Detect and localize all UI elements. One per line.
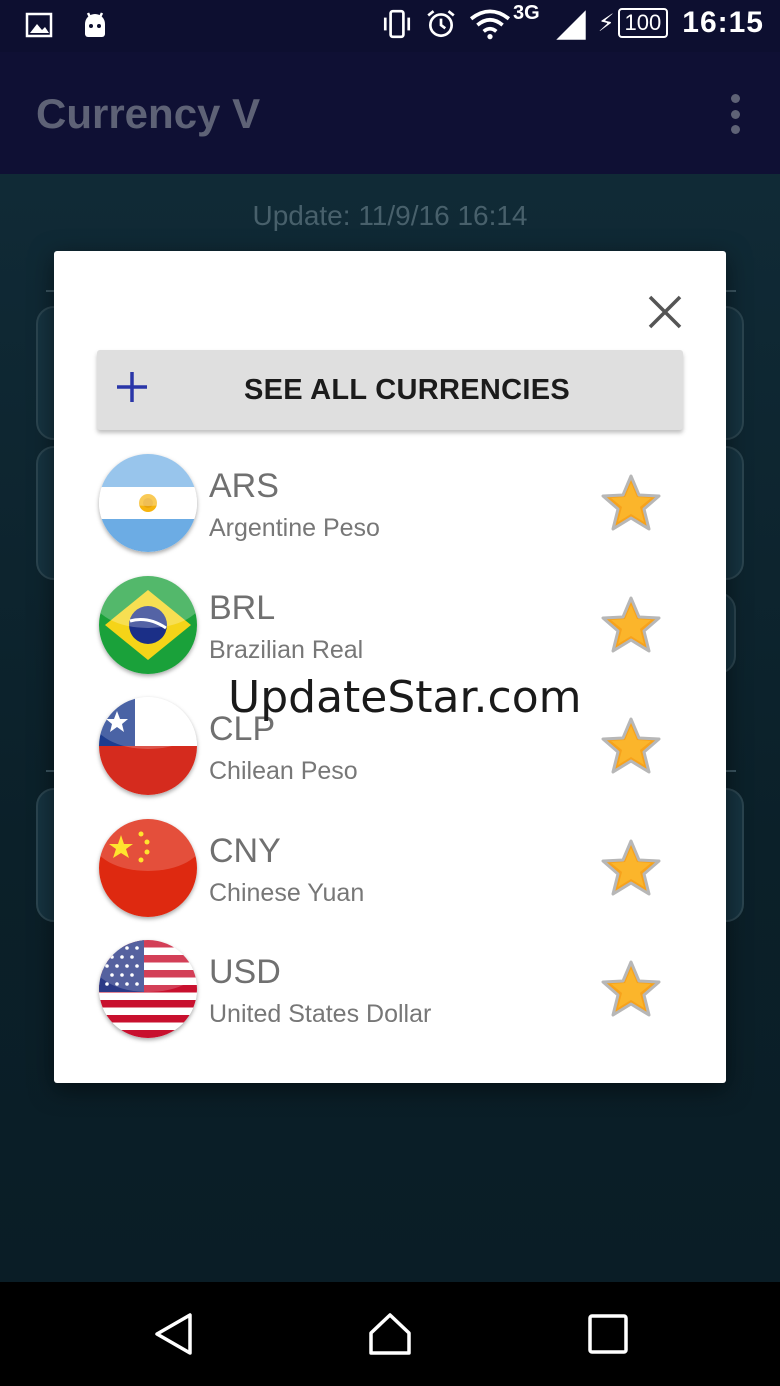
currency-item-cny[interactable]: CNY Chinese Yuan	[54, 816, 726, 938]
currency-name: Argentine Peso	[209, 514, 380, 542]
currency-code: CNY	[209, 831, 281, 870]
currency-code: BRL	[209, 588, 276, 627]
chile-flag-icon	[99, 697, 197, 795]
see-all-currencies-button[interactable]: SEE ALL CURRENCIES	[97, 350, 683, 430]
recents-icon[interactable]	[586, 1312, 630, 1356]
signal-icon	[554, 8, 586, 40]
battery-level: 100	[617, 8, 669, 38]
argentina-flag-icon	[99, 454, 197, 552]
currency-item-ars[interactable]: ARS Argentine Peso	[54, 451, 726, 573]
see-all-label: SEE ALL CURRENCIES	[243, 374, 571, 406]
favorite-star-icon[interactable]	[600, 959, 662, 1021]
status-bar: 3G ⚡ 100 16:15	[0, 0, 780, 52]
image-notification-icon	[24, 10, 54, 40]
favorites-dialog: SEE ALL CURRENCIES ARS Argentine Peso BR…	[54, 251, 726, 1083]
currency-list: ARS Argentine Peso BRL Brazilian Real CL…	[54, 451, 726, 1059]
favorite-star-icon[interactable]	[600, 716, 662, 778]
usa-flag-icon	[99, 940, 197, 1038]
overflow-menu-icon[interactable]	[728, 94, 742, 134]
china-flag-icon	[99, 818, 197, 917]
app-title: Currency V	[36, 90, 261, 137]
wifi-icon	[469, 8, 511, 40]
navigation-bar	[0, 1282, 780, 1386]
network-type-label: 3G	[513, 1, 540, 24]
alarm-icon	[425, 8, 455, 38]
battery-indicator: ⚡ 100	[598, 8, 669, 38]
brazil-flag-icon	[99, 575, 197, 674]
favorite-star-icon[interactable]	[600, 838, 662, 900]
android-notification-icon	[80, 10, 110, 40]
app-bar: Currency V	[0, 52, 780, 174]
currency-name: United States Dollar	[209, 1000, 432, 1028]
favorite-star-icon[interactable]	[600, 595, 662, 657]
charging-icon: ⚡	[597, 9, 615, 37]
currency-code: USD	[209, 953, 281, 991]
close-icon[interactable]	[646, 293, 684, 331]
currency-code: ARS	[209, 467, 279, 505]
home-icon[interactable]	[368, 1312, 412, 1356]
back-icon[interactable]	[152, 1312, 196, 1356]
watermark-text: UpdateStar.com	[228, 672, 582, 723]
update-timestamp: Update: 11/9/16 16:14	[252, 200, 528, 231]
vibrate-icon	[381, 8, 411, 39]
currency-name: Chinese Yuan	[209, 878, 365, 907]
status-clock: 16:15	[682, 6, 764, 39]
currency-item-usd[interactable]: USD United States Dollar	[54, 937, 726, 1059]
currency-name: Chilean Peso	[209, 757, 358, 785]
favorite-star-icon[interactable]	[600, 473, 662, 535]
currency-name: Brazilian Real	[209, 635, 364, 664]
